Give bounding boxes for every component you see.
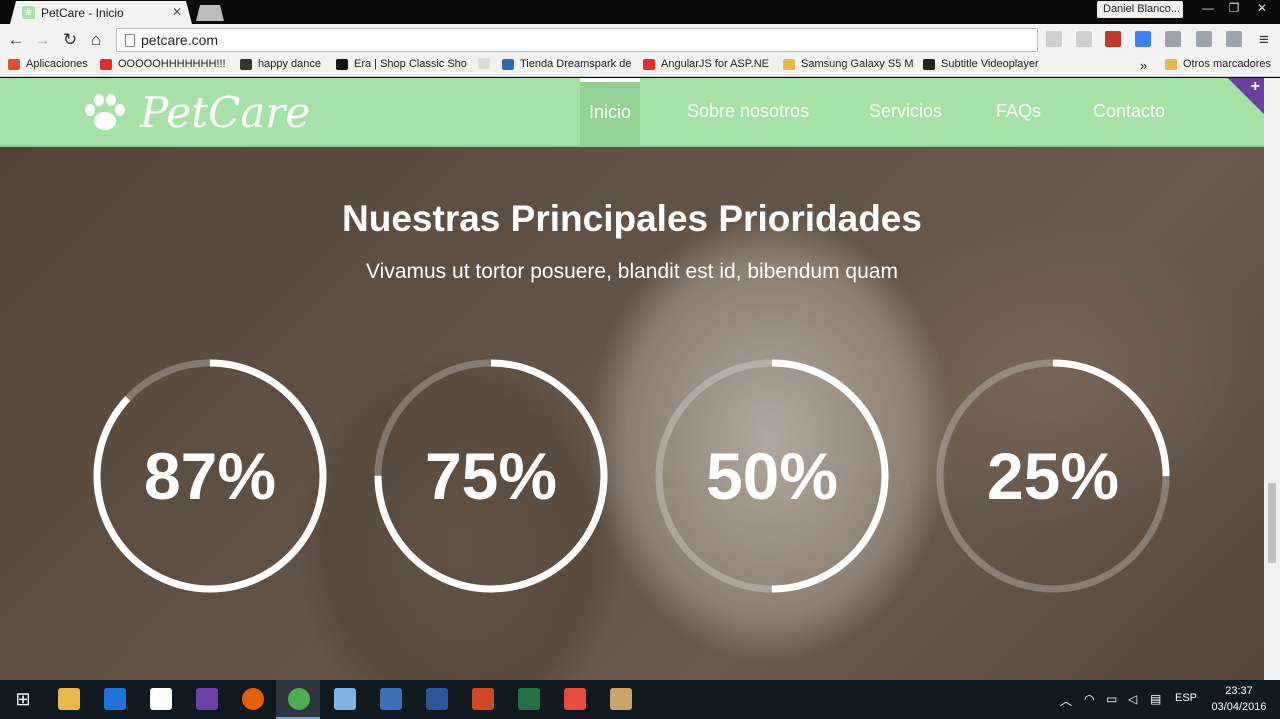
minimize-button[interactable]: — bbox=[1196, 1, 1220, 15]
url-text: petcare.com bbox=[141, 32, 219, 48]
chrome-menu-icon[interactable]: ≡ bbox=[1254, 30, 1274, 50]
edit-extension-icon[interactable] bbox=[1046, 31, 1062, 47]
paw-icon bbox=[85, 94, 125, 130]
stat-ring: 87% bbox=[92, 358, 328, 594]
popcorn-icon[interactable] bbox=[564, 688, 586, 710]
adblock-plus-icon[interactable] bbox=[1105, 31, 1121, 47]
video-icon bbox=[240, 58, 252, 70]
stat-value: 50% bbox=[705, 439, 839, 513]
stat-ring: 25% bbox=[935, 358, 1171, 594]
tab-title: PetCare - Inicio bbox=[41, 5, 124, 20]
hero-subtitle: Vivamus ut tortor posuere, blandit est i… bbox=[366, 260, 898, 283]
bookmark-item[interactable]: AngularJS for ASP.NE bbox=[643, 58, 769, 70]
profile-button[interactable]: Daniel Blanco... bbox=[1097, 1, 1183, 18]
address-bar[interactable]: petcare.com bbox=[116, 28, 1038, 52]
extension-blue-icon[interactable] bbox=[1135, 31, 1151, 47]
stat-value: 75% bbox=[424, 439, 558, 513]
docs-extension-icon[interactable] bbox=[1196, 31, 1212, 47]
nav-item-contacto[interactable]: Contacto bbox=[1084, 78, 1174, 145]
tray-chevron-icon[interactable]: ︿ bbox=[1060, 692, 1072, 709]
folder-icon bbox=[783, 58, 795, 70]
store-icon[interactable] bbox=[150, 688, 172, 710]
bookmark-item[interactable]: Tienda Dreamspark de bbox=[502, 58, 631, 70]
firefox-icon[interactable] bbox=[242, 688, 264, 710]
page-viewport: Nuestras Principales Prioridades Vivamus… bbox=[0, 78, 1264, 680]
remote-desktop-icon[interactable] bbox=[380, 688, 402, 710]
bookmarks-bar: Aplicaciones OOOOOHHHHHHH!!! happy dance… bbox=[0, 55, 1280, 77]
hero-title: Nuestras Principales Prioridades bbox=[342, 198, 922, 239]
page-scrollbar[interactable] bbox=[1264, 78, 1280, 680]
browser-toolbar: ← → ↻ ⌂ petcare.com ≡ bbox=[0, 24, 1280, 55]
page-icon bbox=[125, 33, 135, 47]
youtube-icon bbox=[643, 58, 655, 70]
battery-icon[interactable]: ▭ bbox=[1106, 692, 1117, 706]
wifi-icon[interactable]: ◠ bbox=[1084, 692, 1094, 706]
bookmark-item[interactable]: OOOOOHHHHHHH!!! bbox=[100, 58, 226, 70]
bookmark-item[interactable]: Subtitle Videoplayer bbox=[923, 58, 1039, 70]
close-window-button[interactable]: ✕ bbox=[1250, 1, 1274, 15]
excel-icon[interactable] bbox=[518, 688, 540, 710]
back-arrow-icon[interactable]: ← bbox=[6, 30, 26, 50]
paw-favicon-icon: ❀ bbox=[22, 6, 35, 19]
stat-ring: 50% bbox=[654, 358, 890, 594]
hero-section: Nuestras Principales Prioridades Vivamus… bbox=[0, 78, 1264, 680]
box-app-icon[interactable] bbox=[334, 688, 356, 710]
folder-icon bbox=[1165, 58, 1177, 70]
new-tab-button[interactable] bbox=[196, 5, 224, 21]
app-icon bbox=[923, 58, 935, 70]
stat-value: 87% bbox=[143, 439, 277, 513]
other-bookmarks-folder[interactable]: Otros marcadores bbox=[1165, 58, 1271, 70]
chrome-icon[interactable] bbox=[288, 688, 310, 710]
home-icon[interactable]: ⌂ bbox=[86, 30, 106, 50]
browser-tab-active[interactable]: ❀ PetCare - Inicio ✕ bbox=[10, 1, 192, 24]
reload-icon[interactable]: ↻ bbox=[60, 30, 80, 50]
page-icon bbox=[478, 58, 490, 69]
dreamspark-icon bbox=[502, 58, 514, 70]
bookmark-item[interactable]: Era | Shop Classic Sho bbox=[336, 58, 467, 70]
taskbar-clock[interactable]: 23:37 03/04/2016 bbox=[1208, 683, 1270, 715]
nav-item-faqs[interactable]: FAQs bbox=[987, 78, 1050, 145]
maximize-button[interactable]: ❐ bbox=[1222, 1, 1246, 15]
nav-item-sobre-nosotros[interactable]: Sobre nosotros bbox=[678, 78, 818, 145]
corner-add-button[interactable]: + bbox=[1228, 78, 1264, 114]
shop-icon bbox=[336, 58, 348, 70]
media-icon[interactable] bbox=[610, 688, 632, 710]
browser-titlebar: ❀ PetCare - Inicio ✕ Daniel Blanco... — … bbox=[0, 0, 1280, 24]
visual-studio-icon[interactable] bbox=[196, 688, 218, 710]
bookmark-item[interactable]: Aplicaciones bbox=[8, 58, 88, 70]
clock-time: 23:37 bbox=[1225, 685, 1253, 697]
file-explorer-icon[interactable] bbox=[58, 688, 80, 710]
plus-icon: + bbox=[1250, 78, 1260, 95]
bookmarks-overflow-button[interactable]: » bbox=[1140, 58, 1147, 73]
stat-ring: 75% bbox=[373, 358, 609, 594]
windows-start-icon[interactable]: ⊞ bbox=[12, 688, 34, 710]
word-icon[interactable] bbox=[426, 688, 448, 710]
nav-item-servicios[interactable]: Servicios bbox=[860, 78, 951, 145]
drive-extension-icon[interactable] bbox=[1226, 31, 1242, 47]
tab-close-icon[interactable]: ✕ bbox=[172, 5, 182, 19]
language-indicator[interactable]: ESP bbox=[1175, 692, 1197, 704]
bookmark-item[interactable]: Samsung Galaxy S5 M bbox=[783, 58, 914, 70]
bookmark-item[interactable] bbox=[478, 58, 496, 69]
powerpoint-icon[interactable] bbox=[472, 688, 494, 710]
youtube-icon bbox=[100, 58, 112, 70]
chat-extension-icon[interactable] bbox=[1165, 31, 1181, 47]
forward-arrow-icon[interactable]: → bbox=[32, 30, 52, 50]
edge-icon[interactable] bbox=[104, 688, 126, 710]
site-logo[interactable]: PetCare bbox=[84, 92, 310, 134]
site-navbar: PetCare Inicio Sobre nosotros Servicios … bbox=[0, 78, 1264, 147]
windows-taskbar: ⊞ ︿ ◠ ▭ ◁ ▤ ESP 23:37 03/04/2016 bbox=[0, 680, 1280, 719]
nav-item-inicio[interactable]: Inicio bbox=[580, 78, 641, 145]
volume-icon[interactable]: ◁ bbox=[1128, 692, 1137, 706]
scrollbar-thumb[interactable] bbox=[1268, 483, 1276, 563]
stat-value: 25% bbox=[986, 439, 1120, 513]
logo-text: PetCare bbox=[140, 88, 311, 137]
bookmark-item[interactable]: happy dance bbox=[240, 58, 321, 70]
cast-extension-icon[interactable] bbox=[1076, 31, 1092, 47]
apps-grid-icon bbox=[8, 58, 20, 70]
clock-date: 03/04/2016 bbox=[1211, 701, 1267, 713]
notifications-icon[interactable]: ▤ bbox=[1150, 692, 1161, 706]
